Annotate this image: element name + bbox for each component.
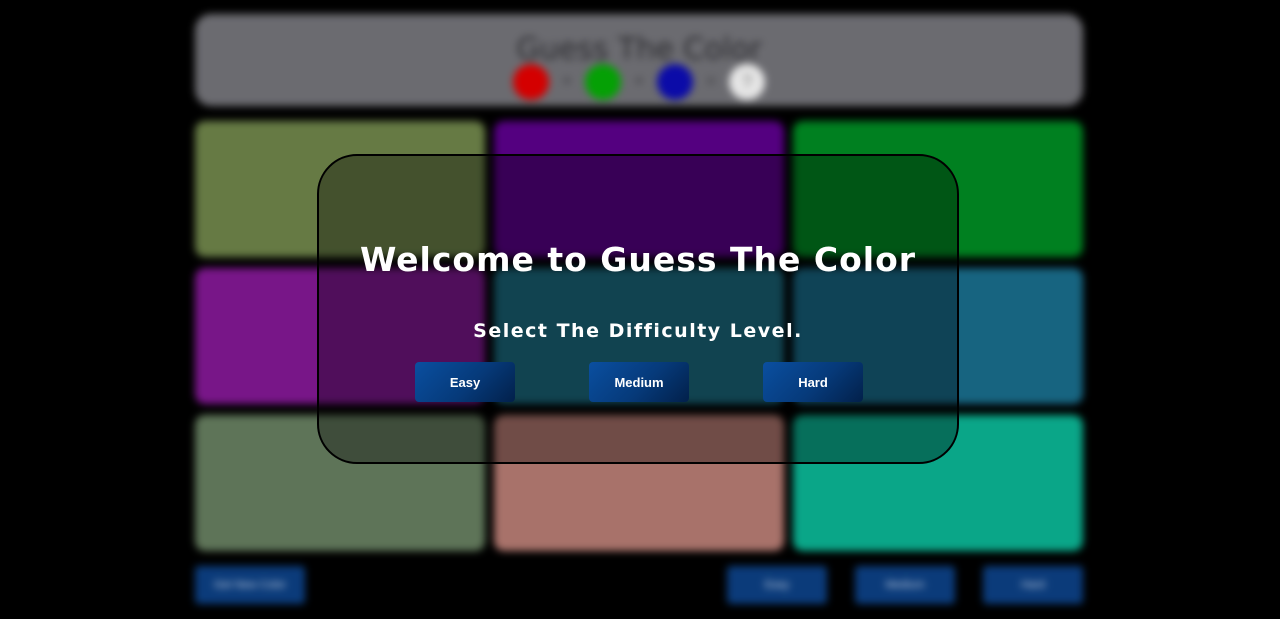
medium-button[interactable]: Medium [589, 362, 689, 402]
red-circle-icon [513, 64, 549, 100]
blue-circle-icon [657, 64, 693, 100]
easy-button[interactable]: Easy [415, 362, 515, 402]
modal-heading: Welcome to Guess The Color [359, 240, 917, 279]
green-circle-icon [585, 64, 621, 100]
new-color-button[interactable]: Get New Color [195, 566, 305, 604]
hard-bottom-button[interactable]: Hard [983, 566, 1083, 604]
equals-sign: = [706, 73, 716, 90]
game-title: Guess The Color [516, 32, 762, 67]
easy-bottom-button[interactable]: Easy [727, 566, 827, 604]
unknown-color-circle: ? [729, 64, 765, 100]
hard-button[interactable]: Hard [763, 362, 863, 402]
app-stage: Guess The Color + + = ? Get New Color Ea… [0, 0, 1280, 619]
game-header: Guess The Color + + = ? [195, 14, 1083, 106]
medium-bottom-button[interactable]: Medium [855, 566, 955, 604]
plus-sign: + [634, 73, 644, 90]
difficulty-modal: Welcome to Guess The Color Select The Di… [317, 154, 959, 464]
plus-sign: + [562, 73, 572, 90]
modal-subheading: Select The Difficulty Level. [473, 320, 803, 342]
color-formula: + + = ? [195, 64, 1083, 100]
